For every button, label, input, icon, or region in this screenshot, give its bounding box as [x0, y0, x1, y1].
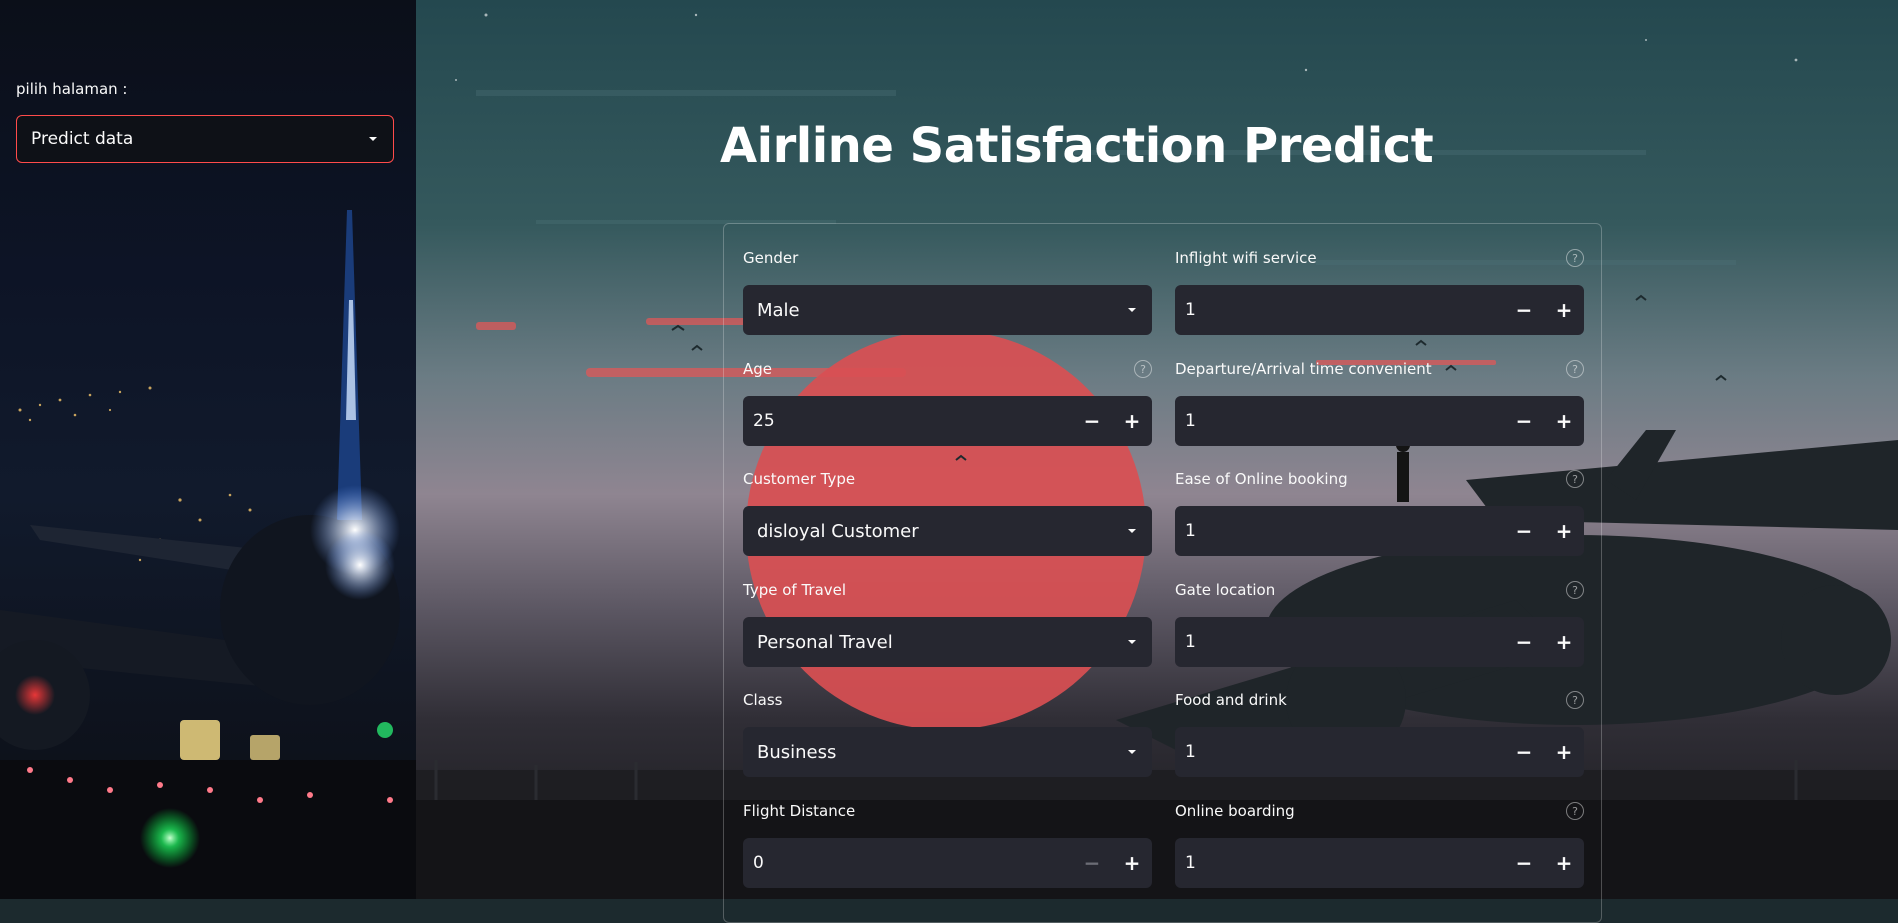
question-circle-icon[interactable]: ? — [1134, 360, 1152, 378]
customer-type-field: Customer Type disloyal Customer — [743, 468, 1152, 556]
age-input[interactable] — [743, 396, 1072, 446]
gate-location-field: Gate location ? − + — [1175, 579, 1584, 667]
flight-distance-label: Flight Distance — [743, 802, 856, 820]
type-of-travel-label: Type of Travel — [743, 581, 847, 599]
plus-icon[interactable]: + — [1112, 396, 1152, 446]
food-and-drink-label: Food and drink — [1175, 691, 1287, 709]
minus-icon[interactable]: − — [1504, 727, 1544, 777]
customer-type-value: disloyal Customer — [757, 520, 919, 542]
question-circle-icon[interactable]: ? — [1566, 470, 1584, 488]
ease-online-booking-input[interactable] — [1175, 506, 1504, 556]
food-and-drink-input[interactable] — [1175, 727, 1504, 777]
departure-arrival-field: Departure/Arrival time convenient ? − + — [1175, 358, 1584, 446]
age-number-input: − + — [743, 396, 1152, 446]
minus-icon[interactable]: − — [1504, 285, 1544, 335]
food-and-drink-field: Food and drink ? − + — [1175, 689, 1584, 777]
ease-online-booking-label: Ease of Online booking — [1175, 470, 1348, 488]
online-boarding-label: Online boarding — [1175, 802, 1295, 820]
plus-icon[interactable]: + — [1112, 838, 1152, 888]
minus-icon[interactable]: − — [1504, 396, 1544, 446]
departure-arrival-input[interactable] — [1175, 396, 1504, 446]
sidebar-page-label: pilih halaman : — [16, 80, 128, 98]
minus-icon[interactable]: − — [1072, 838, 1112, 888]
online-boarding-input[interactable] — [1175, 838, 1504, 888]
gender-label: Gender — [743, 249, 799, 267]
chevron-down-icon — [1126, 304, 1138, 316]
online-boarding-number-input: − + — [1175, 838, 1584, 888]
class-label: Class — [743, 691, 783, 709]
page-select-value: Predict data — [31, 129, 134, 149]
type-of-travel-field: Type of Travel Personal Travel — [743, 579, 1152, 667]
departure-arrival-label: Departure/Arrival time convenient — [1175, 360, 1432, 378]
plus-icon[interactable]: + — [1544, 838, 1584, 888]
question-circle-icon[interactable]: ? — [1566, 249, 1584, 267]
plus-icon[interactable]: + — [1544, 617, 1584, 667]
gender-field: Gender Male — [743, 247, 1152, 335]
departure-arrival-number-input: − + — [1175, 396, 1584, 446]
minus-icon[interactable]: − — [1504, 617, 1544, 667]
customer-type-select[interactable]: disloyal Customer — [743, 506, 1152, 556]
chevron-down-icon — [1126, 525, 1138, 537]
gender-value: Male — [757, 299, 800, 321]
inflight-wifi-input[interactable] — [1175, 285, 1504, 335]
inflight-wifi-field: Inflight wifi service ? − + — [1175, 247, 1584, 335]
ease-online-booking-field: Ease of Online booking ? − + — [1175, 468, 1584, 556]
inflight-wifi-label: Inflight wifi service — [1175, 249, 1317, 267]
chevron-down-icon — [1126, 746, 1138, 758]
prediction-form: Gender Male Age ? − + Customer Type disl… — [723, 223, 1602, 923]
page-select-dropdown[interactable]: Predict data — [16, 115, 394, 163]
sidebar: pilih halaman : Predict data — [0, 0, 416, 899]
age-field: Age ? − + — [743, 358, 1152, 446]
flight-distance-input[interactable] — [743, 838, 1072, 888]
chevron-down-icon — [367, 133, 379, 145]
inflight-wifi-number-input: − + — [1175, 285, 1584, 335]
ease-online-booking-number-input: − + — [1175, 506, 1584, 556]
online-boarding-field: Online boarding ? − + — [1175, 800, 1584, 888]
question-circle-icon[interactable]: ? — [1566, 360, 1584, 378]
question-circle-icon[interactable]: ? — [1566, 581, 1584, 599]
customer-type-label: Customer Type — [743, 470, 856, 488]
type-of-travel-select[interactable]: Personal Travel — [743, 617, 1152, 667]
age-label: Age — [743, 360, 773, 378]
flight-distance-number-input: − + — [743, 838, 1152, 888]
plus-icon[interactable]: + — [1544, 285, 1584, 335]
type-of-travel-value: Personal Travel — [757, 631, 893, 653]
plus-icon[interactable]: + — [1544, 506, 1584, 556]
flight-distance-field: Flight Distance − + — [743, 800, 1152, 888]
plus-icon[interactable]: + — [1544, 396, 1584, 446]
question-circle-icon[interactable]: ? — [1566, 691, 1584, 709]
chevron-down-icon — [1126, 636, 1138, 648]
gate-location-number-input: − + — [1175, 617, 1584, 667]
minus-icon[interactable]: − — [1504, 506, 1544, 556]
question-circle-icon[interactable]: ? — [1566, 802, 1584, 820]
gate-location-label: Gate location — [1175, 581, 1276, 599]
minus-icon[interactable]: − — [1072, 396, 1112, 446]
gate-location-input[interactable] — [1175, 617, 1504, 667]
class-value: Business — [757, 741, 837, 763]
gender-select[interactable]: Male — [743, 285, 1152, 335]
page-title: Airline Satisfaction Predict — [720, 118, 1434, 174]
minus-icon[interactable]: − — [1504, 838, 1544, 888]
plus-icon[interactable]: + — [1544, 727, 1584, 777]
class-select[interactable]: Business — [743, 727, 1152, 777]
class-field: Class Business — [743, 689, 1152, 777]
food-and-drink-number-input: − + — [1175, 727, 1584, 777]
